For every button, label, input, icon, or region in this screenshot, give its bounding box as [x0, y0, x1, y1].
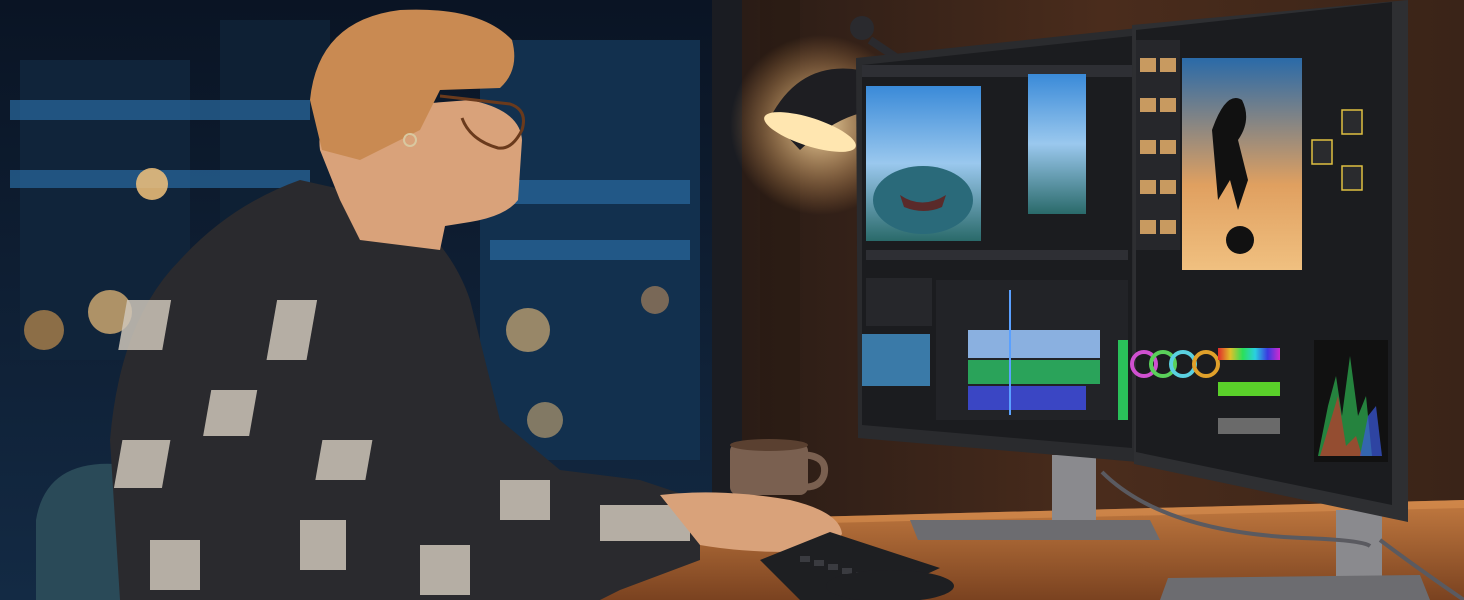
timeline-audio-track [968, 360, 1100, 384]
timeline-audio-track-2 [968, 386, 1086, 410]
program-monitor-preview [1028, 74, 1086, 214]
lum-curve [1218, 418, 1280, 434]
scene-illustration [0, 0, 1464, 600]
hue-curve [1218, 348, 1280, 360]
sat-curve [1218, 382, 1280, 396]
media-bin-thumb [862, 334, 930, 386]
photo-scene [0, 0, 1464, 600]
